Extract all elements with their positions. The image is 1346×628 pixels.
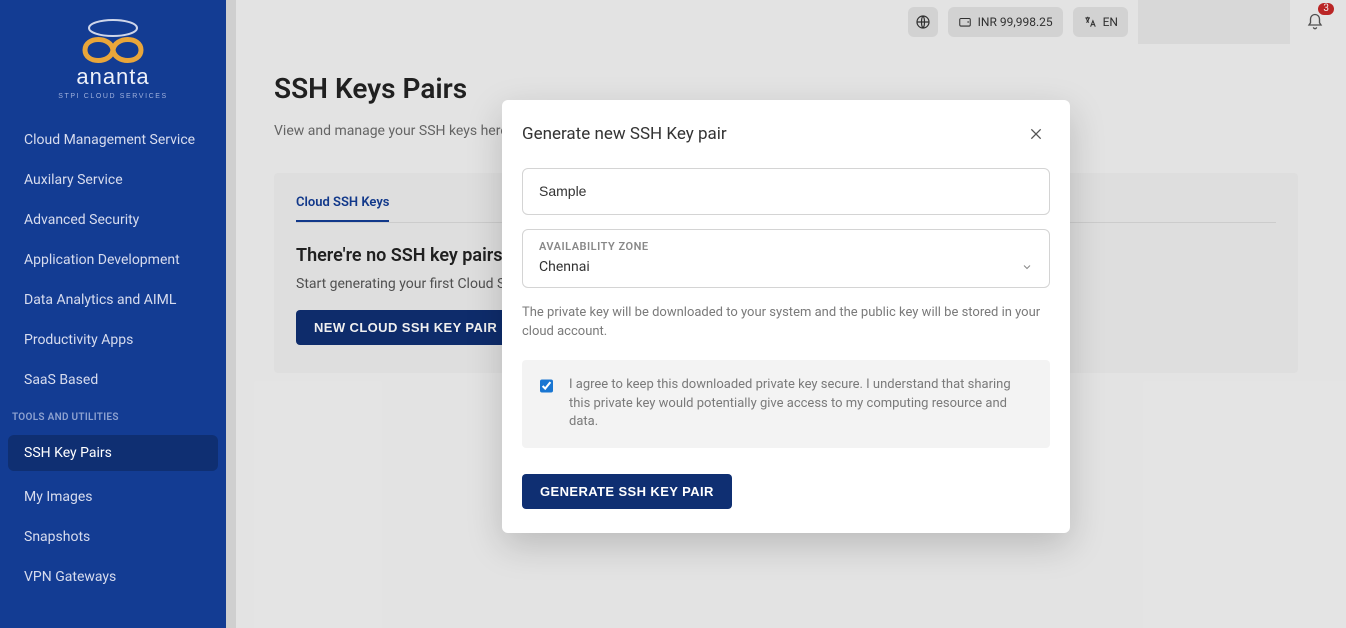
close-icon xyxy=(1028,126,1044,142)
sidebar-section-tools: TOOLS AND UTILITIES xyxy=(0,400,226,429)
modal-actions: GENERATE SSH KEY PAIR xyxy=(522,474,1050,509)
sidebar-item-label: VPN Gateways xyxy=(24,569,116,585)
sidebar-item-label: SSH Key Pairs xyxy=(24,445,112,461)
generate-ssh-key-modal: Generate new SSH Key pair AVAILABILITY Z… xyxy=(502,100,1070,533)
key-name-field[interactable] xyxy=(522,168,1050,215)
acknowledgement-box: I agree to keep this downloaded private … xyxy=(522,360,1050,449)
sidebar-item-productivity-apps[interactable]: Productivity Apps xyxy=(0,320,226,360)
sidebar-item-label: Application Development xyxy=(24,252,180,268)
infinity-logo-icon: ananta STPI CLOUD SERVICES xyxy=(43,14,183,104)
sidebar-item-label: Auxilary Service xyxy=(24,172,123,188)
generate-ssh-key-button[interactable]: GENERATE SSH KEY PAIR xyxy=(522,474,732,509)
brand-logo: ananta STPI CLOUD SERVICES xyxy=(0,0,226,116)
chevron-down-icon xyxy=(1021,261,1033,273)
sidebar-item-advanced-security[interactable]: Advanced Security xyxy=(0,200,226,240)
sidebar-nav: Cloud Management Service Auxilary Servic… xyxy=(0,116,226,613)
acknowledgement-checkbox[interactable] xyxy=(540,378,553,394)
sidebar-item-vpn-gateways[interactable]: VPN Gateways xyxy=(0,557,226,597)
modal-title: Generate new SSH Key pair xyxy=(522,124,727,144)
availability-zone-select[interactable]: AVAILABILITY ZONE Chennai xyxy=(522,229,1050,288)
sidebar-item-saas-based[interactable]: SaaS Based xyxy=(0,360,226,400)
sidebar-item-snapshots[interactable]: Snapshots xyxy=(0,517,226,557)
sidebar-item-application-development[interactable]: Application Development xyxy=(0,240,226,280)
sidebar-item-label: My Images xyxy=(24,489,93,505)
brand-tagline: STPI CLOUD SERVICES xyxy=(58,93,168,100)
sidebar-item-label: Data Analytics and AIML xyxy=(24,292,176,308)
sidebar-item-cloud-management[interactable]: Cloud Management Service xyxy=(0,120,226,160)
app-root: ananta STPI CLOUD SERVICES Cloud Managem… xyxy=(0,0,1346,628)
button-label: GENERATE SSH KEY PAIR xyxy=(540,484,714,499)
modal-header: Generate new SSH Key pair xyxy=(522,120,1050,160)
sidebar-item-ssh-key-pairs[interactable]: SSH Key Pairs xyxy=(8,435,218,471)
sidebar-item-label: Advanced Security xyxy=(24,212,139,228)
acknowledgement-text: I agree to keep this downloaded private … xyxy=(569,376,1032,433)
key-name-input[interactable] xyxy=(539,183,1033,199)
sidebar-item-label: Cloud Management Service xyxy=(24,132,195,148)
sidebar-item-label: Productivity Apps xyxy=(24,332,133,348)
modal-overlay[interactable]: Generate new SSH Key pair AVAILABILITY Z… xyxy=(226,0,1346,628)
modal-helper-text: The private key will be downloaded to yo… xyxy=(522,304,1050,342)
sidebar-item-label: Snapshots xyxy=(24,529,90,545)
sidebar-item-my-images[interactable]: My Images xyxy=(0,477,226,517)
zone-value: Chennai xyxy=(539,259,590,275)
main-area: INR 99,998.25 EN 3 SSH Keys Pairs View a… xyxy=(226,0,1346,628)
sidebar-item-data-analytics-aiml[interactable]: Data Analytics and AIML xyxy=(0,280,226,320)
brand-name: ananta xyxy=(76,64,149,89)
sidebar-item-label: SaaS Based xyxy=(24,372,98,388)
sidebar: ananta STPI CLOUD SERVICES Cloud Managem… xyxy=(0,0,226,628)
close-button[interactable] xyxy=(1022,120,1050,148)
zone-label: AVAILABILITY ZONE xyxy=(539,240,1033,253)
sidebar-item-auxilary-service[interactable]: Auxilary Service xyxy=(0,160,226,200)
